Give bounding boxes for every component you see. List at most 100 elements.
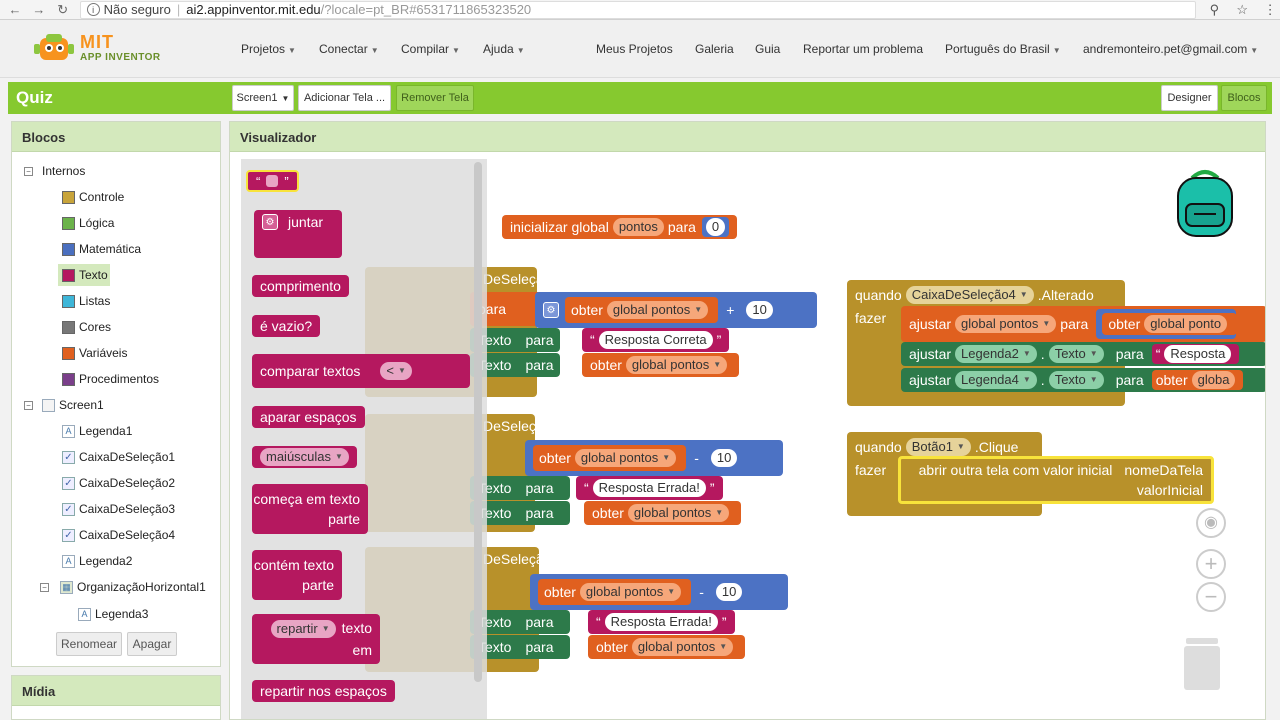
set-legenda4-block[interactable]: ajustar Legenda4 ▼ . Texto ▼ para obter glo…	[901, 368, 1265, 392]
set-global-block[interactable]: ajustar global pontos ▼ para obter global …	[901, 306, 1265, 342]
link-reportar[interactable]: Reportar um problema	[803, 42, 923, 56]
tree-builtin[interactable]: − Internos	[24, 164, 85, 178]
tree-legenda3[interactable]: A Legenda3	[78, 607, 148, 621]
gear-icon: ⚙	[262, 214, 278, 230]
number-field: 0	[705, 218, 726, 236]
zoom-in-icon[interactable]: +	[1196, 549, 1226, 579]
tree-cores[interactable]: Cores	[62, 320, 111, 334]
project-title: Quiz	[16, 88, 53, 107]
gear-icon: ⚙	[543, 302, 559, 318]
contains-block[interactable]: contém texto parte	[252, 550, 342, 600]
app-inventor-logo[interactable]: MIT APP INVENTOR	[34, 28, 164, 68]
designer-button[interactable]: Designer	[1161, 85, 1218, 111]
browser-toolbar: ← → ↻ i Não seguro | ai2.appinventor.mit…	[0, 0, 1280, 20]
remove-screen-button[interactable]: Remover Tela	[396, 85, 474, 111]
logo-subtitle: APP INVENTOR	[80, 52, 161, 63]
delete-button[interactable]: Apagar	[127, 632, 177, 656]
link-meus-projetos[interactable]: Meus Projetos	[596, 42, 673, 56]
split-block[interactable]: repartir ▼ texto em	[252, 614, 380, 664]
menu-ajuda[interactable]: Ajuda ▼	[483, 42, 525, 56]
rename-button[interactable]: Renomear	[56, 632, 122, 656]
blocks-workspace[interactable]: Visualizador inicializar global pontos p…	[229, 121, 1266, 720]
join-block[interactable]: ⚙ juntar	[254, 210, 342, 258]
tree-legenda1[interactable]: A Legenda1	[62, 424, 132, 438]
screen-icon	[42, 398, 55, 412]
add-screen-button[interactable]: Adicionar Tela ...	[298, 85, 391, 111]
tree-controle[interactable]: Controle	[62, 190, 124, 204]
tree-logica[interactable]: Lógica	[62, 216, 114, 230]
text-resposta-correta[interactable]: “Resposta Correta”	[582, 328, 730, 352]
backpack-icon[interactable]	[1170, 168, 1240, 240]
text-resposta-errada[interactable]: “Resposta Errada!”	[588, 610, 735, 634]
checkbox-icon: ✓	[62, 502, 75, 516]
compare-block[interactable]: comparar textos < ▼	[252, 354, 470, 388]
open-screen-block[interactable]: abrir outra tela com valor inicial nomeDa…	[898, 456, 1214, 504]
get-var-block[interactable]: obter global pontos ▼	[582, 353, 740, 377]
starts-at-block[interactable]: começa em texto parte	[252, 484, 368, 534]
get-var-block[interactable]: obter global pontos ▼	[588, 635, 746, 659]
collapse-icon: −	[24, 400, 33, 410]
tree-screen1[interactable]: − Screen1	[24, 398, 104, 412]
init-global-block[interactable]: inicializar global pontos para 0	[502, 215, 738, 239]
trash-icon[interactable]	[1180, 636, 1224, 692]
menu-conectar[interactable]: Conectar ▼	[319, 42, 379, 56]
listas-color-icon	[62, 294, 75, 308]
logo-mit: MIT	[80, 32, 114, 52]
tree-caixa1[interactable]: ✓ CaixaDeSeleção1	[62, 450, 175, 464]
address-bar[interactable]: i Não seguro | ai2.appinventor.mit.edu /…	[79, 0, 1197, 19]
account-menu[interactable]: andremonteiro.pet@gmail.com ▼	[1083, 42, 1258, 56]
tree-arrangement[interactable]: − ▦ OrganizaçãoHorizontal1	[40, 580, 206, 594]
back-icon[interactable]: ←	[6, 1, 24, 19]
tree-caixa2[interactable]: ✓ CaixaDeSeleção2	[62, 476, 175, 490]
label-icon: A	[62, 424, 75, 438]
text-resposta-errada[interactable]: “Resposta Errada!”	[576, 476, 723, 500]
arrangement-icon: ▦	[60, 580, 73, 594]
tree-procedimentos[interactable]: Procedimentos	[62, 372, 159, 386]
flyout-scrollbar[interactable]	[474, 162, 482, 682]
tree-caixa3[interactable]: ✓ CaixaDeSeleção3	[62, 502, 175, 516]
is-empty-block[interactable]: é vazio?	[252, 315, 321, 337]
link-guia[interactable]: Guia	[755, 42, 780, 56]
link-galeria[interactable]: Galeria	[695, 42, 734, 56]
checkbox-icon: ✓	[62, 528, 75, 542]
variaveis-color-icon	[62, 346, 75, 360]
upcase-block[interactable]: maiúsculas ▼	[252, 446, 357, 468]
menu-projetos[interactable]: Projetos ▼	[241, 42, 296, 56]
forward-icon[interactable]: →	[30, 1, 48, 19]
bookmark-star-icon[interactable]: ☆	[1232, 2, 1252, 18]
split-spaces-block[interactable]: repartir nos espaços	[252, 680, 395, 702]
math-sub-block[interactable]: obter global pontos ▼ - 10	[525, 440, 783, 476]
label-icon: A	[62, 554, 75, 568]
math-sub-block[interactable]: obter global pontos ▼ - 10	[530, 574, 788, 610]
reload-icon[interactable]: ↻	[54, 1, 72, 19]
empty-text-block[interactable]: “”	[246, 170, 299, 192]
set-legenda2-block[interactable]: ajustar Legenda2 ▼ . Texto ▼ para “Respost…	[901, 342, 1265, 366]
texto-color-icon	[62, 268, 75, 282]
length-block[interactable]: comprimento	[252, 275, 349, 297]
collapse-icon: −	[24, 166, 33, 176]
tree-variaveis[interactable]: Variáveis	[62, 346, 127, 360]
blocks-button[interactable]: Blocos	[1221, 85, 1267, 111]
tree-caixa4[interactable]: ✓ CaixaDeSeleção4	[62, 528, 175, 542]
tree-texto[interactable]: Texto	[58, 264, 110, 286]
url-host: ai2.appinventor.mit.edu	[186, 2, 321, 17]
zoom-out-icon[interactable]: −	[1196, 582, 1226, 612]
screen-select[interactable]: Screen1 ▼	[232, 85, 294, 111]
language-menu[interactable]: Português do Brasil ▼	[945, 42, 1061, 56]
center-icon[interactable]: ◉	[1196, 508, 1226, 538]
tree-listas[interactable]: Listas	[62, 294, 110, 308]
get-var-block[interactable]: obter global pontos ▼	[584, 501, 742, 525]
security-label: Não seguro	[103, 2, 171, 17]
var-name-field: pontos	[612, 218, 664, 236]
menu-compilar[interactable]: Compilar ▼	[401, 42, 460, 56]
logo-icon	[34, 34, 74, 60]
label-icon: A	[78, 607, 91, 621]
info-icon[interactable]: i	[86, 3, 100, 16]
tree-matematica[interactable]: Matemática	[62, 242, 141, 256]
tree-legenda2[interactable]: A Legenda2	[62, 554, 132, 568]
browser-menu-icon[interactable]: ⋮	[1260, 2, 1280, 18]
media-panel: Mídia	[11, 675, 221, 720]
trim-block[interactable]: aparar espaços	[252, 406, 365, 428]
math-add-block[interactable]: ⚙ obter global pontos ▼ + 10	[535, 292, 817, 328]
zoom-icon[interactable]: ⚲	[1204, 2, 1224, 18]
